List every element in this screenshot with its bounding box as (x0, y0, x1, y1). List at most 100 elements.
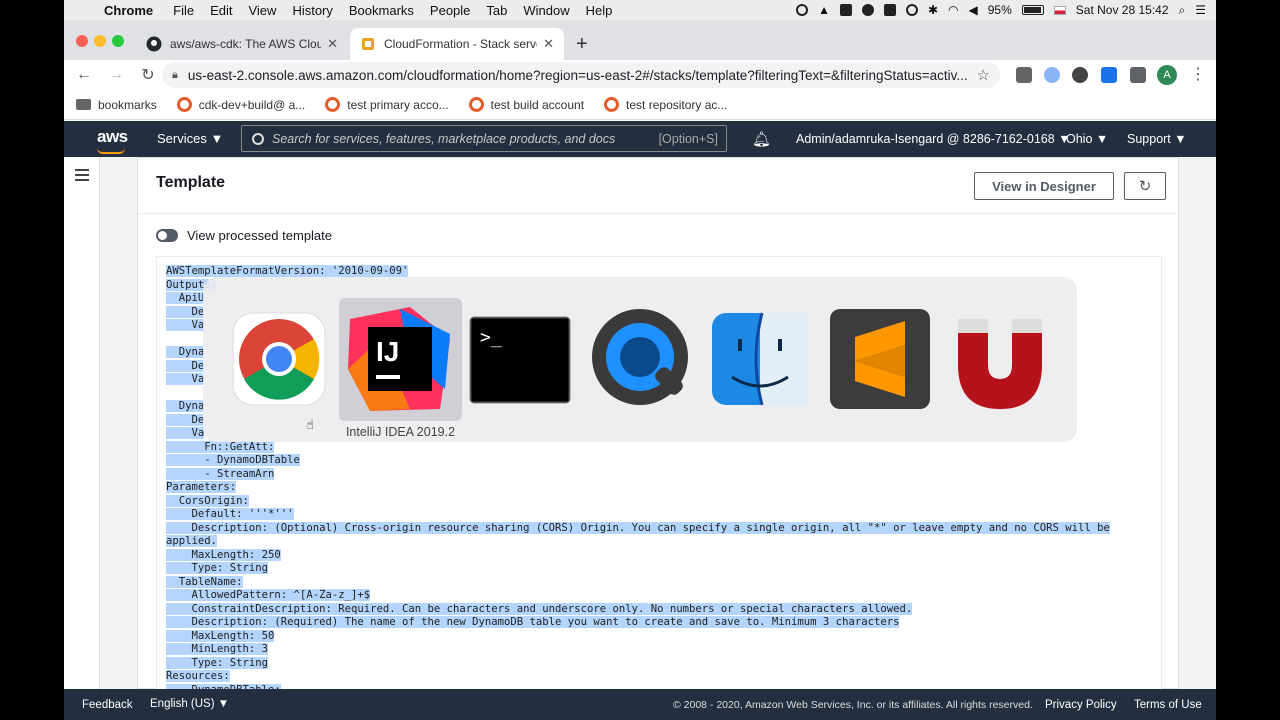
back-icon[interactable]: ← (72, 66, 96, 84)
window-zoom-button[interactable] (112, 35, 124, 47)
bluetooth-icon[interactable]: ✱ (928, 3, 938, 17)
chrome-menu-icon[interactable]: ⋮ (1190, 64, 1206, 84)
intellij-icon[interactable]: IJ (340, 299, 460, 419)
processed-template-toggle[interactable] (156, 229, 178, 242)
menu-window[interactable]: Window (523, 3, 569, 18)
aws-top-nav: aws Services ▼ Search for services, feat… (64, 121, 1216, 157)
bookmark-item[interactable]: test primary acco... (325, 97, 449, 112)
account-menu[interactable]: Admin/adamruka-Isengard @ 8286-7162-0168… (796, 132, 1071, 146)
template-code-line: MaxLength: 250 (166, 548, 281, 561)
cloud-icon[interactable] (861, 4, 874, 16)
language-selector[interactable]: English (US) ▼ (150, 698, 229, 710)
feedback-link[interactable]: Feedback (82, 699, 133, 711)
region-menu[interactable]: Ohio ▼ (1066, 132, 1108, 146)
finder-icon[interactable] (700, 299, 820, 419)
template-code-line: Type: String (166, 562, 269, 574)
battery-icon[interactable] (1021, 5, 1044, 15)
bookmark-star-icon[interactable]: ☆ (977, 66, 990, 84)
vpn-icon[interactable]: ▲ (818, 3, 830, 17)
support-menu[interactable]: Support ▼ (1127, 132, 1187, 146)
menu-help[interactable]: Help (586, 3, 613, 18)
services-menu[interactable]: Services ▼ (157, 131, 223, 146)
left-letterbox (0, 0, 64, 720)
window-close-button[interactable] (76, 35, 88, 47)
aws-search-input[interactable]: Search for services, features, marketpla… (241, 125, 727, 152)
profile-avatar[interactable]: A (1157, 65, 1177, 85)
menu-people[interactable]: People (430, 3, 470, 18)
privacy-policy-link[interactable]: Privacy Policy (1045, 699, 1117, 711)
tab-close-icon[interactable]: ✕ (543, 36, 554, 52)
template-code-line: Dyna (166, 400, 205, 412)
region-label: Ohio (1066, 132, 1093, 146)
menu-app-name[interactable]: Chrome (104, 3, 153, 18)
terms-of-use-link[interactable]: Terms of Use (1134, 699, 1202, 711)
tab-cloudformation[interactable]: CloudFormation - Stack server ✕ (350, 28, 564, 60)
language-label: English (US) (150, 698, 215, 710)
spotlight-search-icon[interactable]: ⌕ (1179, 3, 1186, 18)
address-bar[interactable]: 🔒︎ us-east-2.console.aws.amazon.com/clou… (162, 62, 1000, 88)
menu-datetime[interactable]: Sat Nov 28 15:42 (1076, 3, 1169, 17)
screen: Chrome File Edit View History Bookmarks … (64, 0, 1216, 720)
new-tab-button[interactable]: + (576, 33, 588, 56)
eye-icon[interactable] (905, 4, 918, 16)
svg-text:IJ: IJ (376, 336, 399, 367)
caret-down-icon: ▼ (1095, 132, 1109, 146)
extension-icon[interactable] (1016, 67, 1032, 83)
app-status-icon[interactable] (839, 4, 852, 16)
notifications-bell-icon[interactable]: 🔔︎ (752, 130, 771, 148)
toggle-label: View processed template (187, 228, 333, 243)
bookmark-label: test repository ac... (626, 97, 728, 112)
search-icon (252, 132, 264, 145)
template-code-line: Va (166, 373, 205, 385)
magnet-icon[interactable] (940, 299, 1060, 419)
chrome-icon[interactable] (219, 299, 339, 419)
bookmark-item[interactable]: test build account (468, 97, 584, 112)
bookmark-item[interactable]: test repository ac... (604, 97, 727, 112)
volume-icon[interactable]: ◀ (969, 3, 978, 17)
bookmark-item[interactable]: cdk-dev+build@ a... (176, 97, 305, 112)
window-minimize-button[interactable] (94, 35, 106, 47)
account-label: Admin/adamruka-Isengard @ 8286-7162-0168 (796, 132, 1055, 146)
notification-center-icon[interactable]: ☰ (1195, 3, 1206, 17)
menu-history[interactable]: History (292, 3, 332, 18)
terminal-icon[interactable]: >_ (460, 299, 580, 419)
hamburger-menu-icon[interactable] (75, 169, 89, 184)
template-code-line: Parameters: (166, 481, 237, 493)
template-code-line: Fn::GetAtt: (166, 440, 275, 453)
gear-extension-icon[interactable] (1072, 67, 1088, 83)
menu-edit[interactable]: Edit (210, 3, 232, 18)
right-letterbox (1216, 0, 1280, 720)
quicktime-icon[interactable] (580, 299, 700, 419)
bookmark-folder[interactable]: bookmarks (76, 98, 157, 112)
template-code-line: TableName: (166, 575, 243, 588)
menu-bookmarks[interactable]: Bookmarks (349, 3, 414, 18)
url-text[interactable]: us-east-2.console.aws.amazon.com/cloudfo… (188, 68, 977, 83)
input-source-flag-icon[interactable] (1053, 5, 1066, 15)
aws-logo[interactable]: aws (97, 127, 128, 154)
extension-icon[interactable] (1101, 67, 1117, 83)
wifi-icon[interactable]: ◠ (948, 3, 958, 17)
puzzle-extensions-icon[interactable] (1130, 67, 1146, 83)
tab-github[interactable]: aws/aws-cdk: The AWS Cloud ✕ (136, 28, 348, 60)
tab-strip: aws/aws-cdk: The AWS Cloud ✕ CloudFormat… (64, 20, 1216, 60)
view-in-designer-button[interactable]: View in Designer (974, 172, 1114, 200)
lock-icon[interactable]: 🔒︎ (172, 69, 178, 82)
template-code-line: - DynamoDBTable (166, 454, 300, 466)
menu-file[interactable]: File (173, 3, 194, 18)
menu-tab[interactable]: Tab (486, 3, 507, 18)
app-switcher: IJ >_ IntelliJ IDEA 2019.2 (203, 277, 1077, 442)
tab-title: aws/aws-cdk: The AWS Cloud (170, 37, 322, 51)
reload-icon[interactable]: ↻ (136, 65, 160, 85)
extension-icon[interactable] (1044, 67, 1060, 83)
tab-close-icon[interactable]: ✕ (327, 36, 338, 52)
menu-view[interactable]: View (248, 3, 276, 18)
bookmark-favicon-icon (468, 97, 484, 112)
forward-icon[interactable]: → (104, 66, 128, 84)
sublime-icon[interactable] (820, 299, 940, 419)
bookmark-favicon-icon (604, 97, 620, 112)
refresh-button[interactable]: ↻ (1124, 172, 1166, 200)
template-code-line: applied. (166, 535, 218, 547)
magnet-menu-icon[interactable] (883, 4, 896, 16)
template-code-line: Description: (Required) The name of the … (166, 616, 900, 628)
record-icon[interactable] (796, 4, 809, 16)
